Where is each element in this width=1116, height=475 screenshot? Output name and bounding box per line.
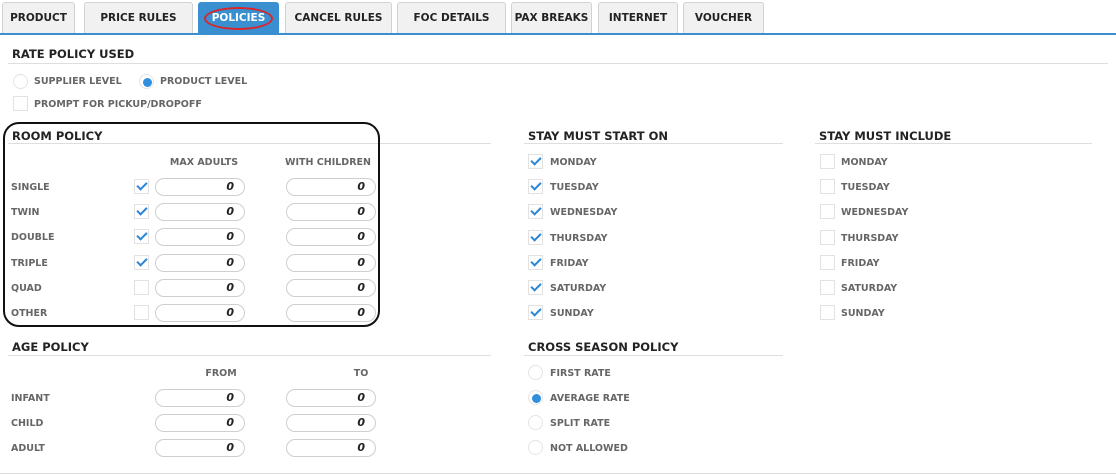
tab-foc-details[interactable]: FOC DETAILS (397, 2, 506, 34)
stay-include-friday-checkbox[interactable] (820, 254, 835, 270)
tab-label: FOC DETAILS (413, 12, 490, 24)
stay-start-thursday-label: THURSDAY (550, 232, 608, 244)
tab-product[interactable]: PRODUCT (2, 2, 75, 34)
age-adult-label: ADULT (11, 443, 45, 454)
cross-season-first-rate-label: FIRST RATE (550, 368, 611, 379)
stay-start-title: STAY MUST START ON (528, 129, 668, 143)
tab-label: PRICE RULES (100, 12, 177, 24)
stay-start-friday-label: FRIDAY (550, 257, 589, 269)
divider (524, 143, 783, 144)
tab-label: VOUCHER (694, 12, 753, 24)
supplier-level-label: SUPPLIER LEVEL (34, 76, 122, 87)
stay-start-wednesday-checkbox[interactable] (528, 204, 543, 220)
stay-start-monday-checkbox[interactable] (528, 154, 543, 169)
divider (524, 355, 783, 356)
supplier-level-radio[interactable] (13, 74, 28, 89)
tab-label: CANCEL RULES (294, 12, 383, 24)
cross-season-first-rate-radio[interactable] (528, 365, 543, 380)
prompt-pickup-label: PROMPT FOR PICKUP/DROPOFF (34, 99, 202, 110)
from-header: FROM (205, 368, 237, 379)
tab-label: PAX BREAKS (514, 12, 589, 24)
stay-include-thursday-checkbox[interactable] (820, 229, 835, 245)
divider (8, 355, 491, 356)
cross-season-not-allowed-label: NOT ALLOWED (550, 443, 628, 454)
divider (8, 63, 1108, 64)
stay-include-monday-checkbox[interactable] (820, 154, 835, 169)
age-infant-to-input[interactable]: 0 (286, 389, 376, 407)
annotation-highlight-box (3, 122, 380, 327)
divider (815, 143, 1092, 144)
stay-include-tuesday-label: TUESDAY (841, 182, 890, 194)
stay-include-saturday-label: SATURDAY (841, 283, 898, 294)
age-child-from-input[interactable]: 0 (155, 414, 245, 432)
stay-start-saturday-checkbox[interactable] (528, 280, 543, 295)
cross-season-not-allowed-radio[interactable] (528, 440, 543, 455)
stay-include-sunday-checkbox[interactable] (820, 305, 835, 321)
stay-include-wednesday-checkbox[interactable] (820, 204, 835, 220)
stay-start-friday-checkbox[interactable] (528, 254, 543, 270)
stay-include-saturday-checkbox[interactable] (820, 280, 835, 295)
stay-start-sunday-checkbox[interactable] (528, 305, 543, 321)
annotation-oval (204, 7, 273, 30)
age-adult-to-input[interactable]: 0 (286, 439, 376, 457)
stay-include-title: STAY MUST INCLUDE (819, 129, 952, 143)
age-adult-from-input[interactable]: 0 (155, 439, 245, 457)
tab-internet[interactable]: INTERNET (598, 2, 678, 34)
tab-pax-breaks[interactable]: PAX BREAKS (511, 2, 592, 34)
tab-voucher[interactable]: VOUCHER (683, 2, 764, 34)
stay-include-wednesday-label: WEDNESDAY (841, 207, 909, 219)
tab-cancel-rules[interactable]: CANCEL RULES (285, 2, 392, 34)
cross-season-split-rate-label: SPLIT RATE (550, 418, 611, 429)
tab-bar: PRODUCT PRICE RULES POLICIES CANCEL RULE… (0, 0, 1116, 35)
bottom-border (0, 473, 1116, 474)
stay-start-wednesday-label: WEDNESDAY (550, 207, 618, 219)
stay-include-friday-label: FRIDAY (841, 257, 880, 269)
stay-start-monday-label: MONDAY (550, 157, 597, 168)
stay-start-tuesday-checkbox[interactable] (528, 179, 543, 195)
age-infant-from-input[interactable]: 0 (155, 389, 245, 407)
stay-start-tuesday-label: TUESDAY (550, 182, 599, 194)
rate-policy-title: RATE POLICY USED (12, 47, 135, 61)
age-infant-label: INFANT (11, 393, 50, 404)
stay-include-thursday-label: THURSDAY (841, 232, 899, 244)
stay-include-tuesday-checkbox[interactable] (820, 179, 835, 195)
age-child-to-input[interactable]: 0 (286, 414, 376, 432)
product-level-label: PRODUCT LEVEL (160, 76, 248, 87)
stay-include-sunday-label: SUNDAY (841, 308, 885, 320)
product-level-radio[interactable] (139, 74, 154, 89)
cross-season-average-rate-label: AVERAGE RATE (550, 393, 630, 404)
tab-underline (0, 33, 1116, 35)
stay-start-saturday-label: SATURDAY (550, 283, 607, 294)
tab-label: INTERNET (608, 12, 668, 24)
to-header: TO (353, 368, 369, 379)
cross-season-average-rate-radio[interactable] (528, 390, 543, 405)
stay-start-sunday-label: SUNDAY (550, 308, 594, 320)
age-policy-title: AGE POLICY (12, 340, 89, 354)
cross-season-title: CROSS SEASON POLICY (528, 340, 679, 354)
tab-price-rules[interactable]: PRICE RULES (84, 2, 193, 34)
stay-include-monday-label: MONDAY (841, 157, 888, 168)
tab-policies[interactable]: POLICIES (198, 2, 279, 34)
stay-start-thursday-checkbox[interactable] (528, 229, 543, 245)
tab-label: PRODUCT (10, 12, 67, 24)
prompt-pickup-checkbox[interactable] (13, 96, 28, 111)
cross-season-split-rate-radio[interactable] (528, 415, 543, 430)
age-child-label: CHILD (11, 418, 44, 429)
